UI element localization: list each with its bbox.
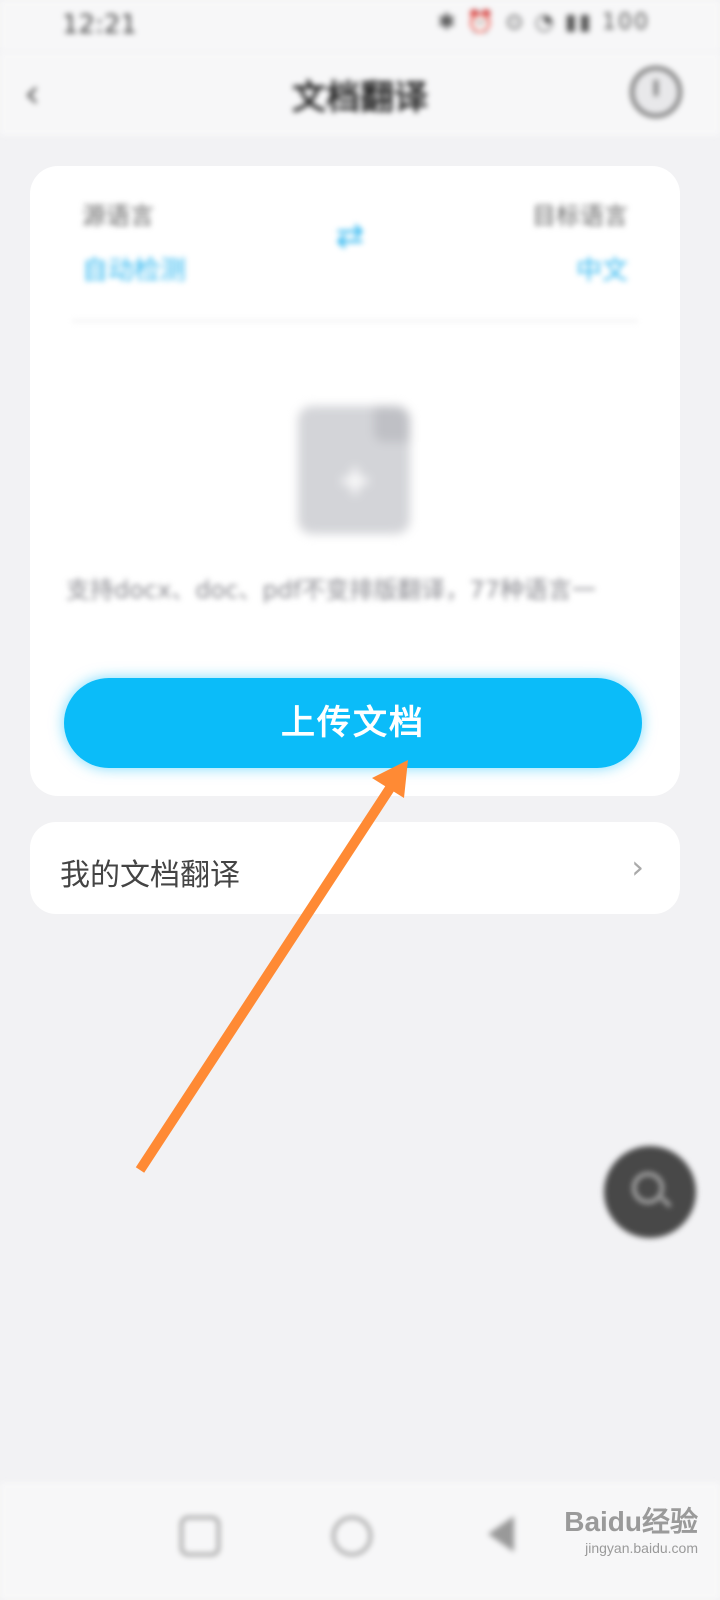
baidu-watermark: Baidu经验 jingyan.baidu.com: [528, 1500, 698, 1570]
my-document-translations-label: 我的文档翻译: [60, 858, 240, 893]
my-document-translations-row[interactable]: 我的文档翻译 ›: [30, 822, 680, 914]
supported-formats-text: 支持docx、doc、pdf不变排版翻译，77种语言一: [66, 576, 596, 604]
watermark-brand: Baidu经验: [564, 1506, 698, 1537]
recent-apps-icon[interactable]: [180, 1516, 220, 1556]
target-language-value[interactable]: 中文: [576, 250, 628, 287]
language-selector: 源语言 自动检测 ⇄ 目标语言 中文: [30, 166, 680, 326]
upload-document-label: 上传文档: [281, 704, 425, 742]
floating-search-button[interactable]: [604, 1146, 696, 1238]
translate-card: 源语言 自动检测 ⇄ 目标语言 中文 支持docx、doc、pdf不变排版翻译，…: [30, 166, 680, 796]
home-icon[interactable]: [332, 1516, 372, 1556]
app-header: ‹ 文档翻译: [0, 52, 720, 136]
status-bar: 12:21 ✱ ⏰ ⊙ ◔ ▮▮ 100: [0, 0, 720, 52]
status-icons: ✱ ⏰ ⊙ ◔ ▮▮ 100: [437, 10, 650, 35]
document-add-icon: [298, 406, 410, 534]
chevron-right-icon: ›: [631, 848, 644, 886]
source-language-value[interactable]: 自动检测: [82, 250, 186, 287]
search-icon: [632, 1172, 664, 1204]
target-language-caption: 目标语言: [532, 202, 628, 230]
back-triangle-icon[interactable]: [488, 1516, 514, 1552]
status-time: 12:21: [62, 10, 137, 40]
history-button[interactable]: [630, 66, 682, 118]
source-language-caption: 源语言: [82, 202, 154, 230]
upload-document-button[interactable]: 上传文档: [64, 678, 642, 768]
watermark-url: jingyan.baidu.com: [585, 1540, 698, 1556]
page-title: 文档翻译: [292, 78, 428, 118]
swap-languages-icon[interactable]: ⇄: [330, 216, 370, 256]
card-divider: [72, 320, 638, 322]
